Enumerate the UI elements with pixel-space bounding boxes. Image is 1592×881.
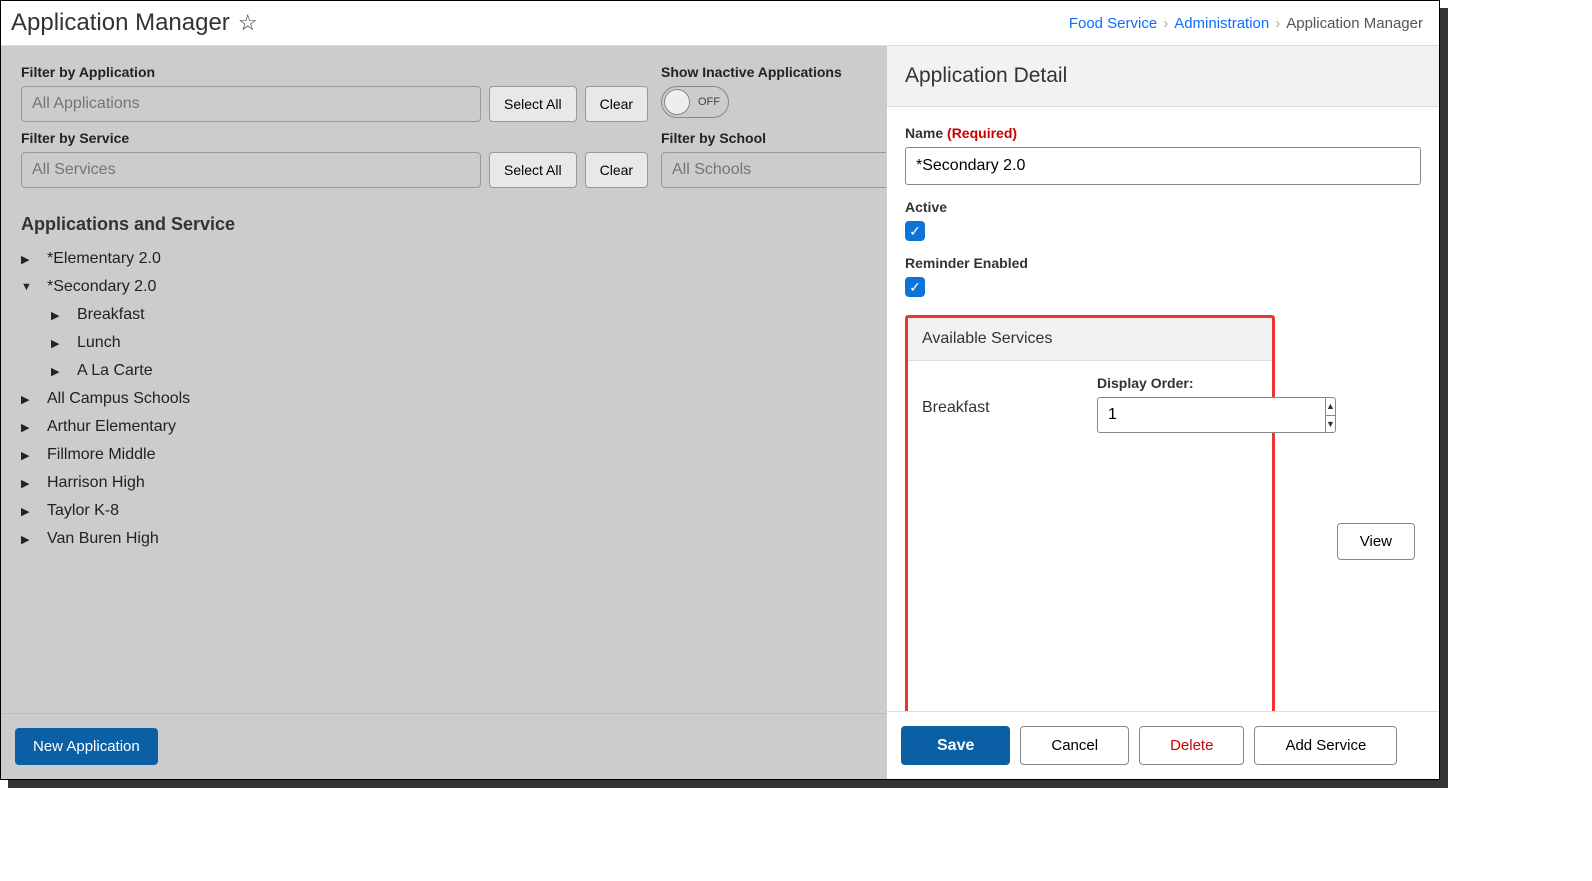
breadcrumb-food-service[interactable]: Food Service [1069, 15, 1157, 32]
select-all-applications-button[interactable]: Select All [489, 86, 577, 122]
show-inactive-toggle[interactable]: OFF [661, 86, 729, 118]
name-input[interactable] [905, 147, 1421, 185]
tree-item[interactable]: ▼*Secondary 2.0 [21, 273, 866, 301]
caret-right-icon: ▶ [21, 421, 37, 434]
page-title: Application Manager [11, 9, 230, 37]
active-checkbox[interactable]: ✓ [905, 221, 925, 241]
reminder-label: Reminder Enabled [905, 255, 1421, 271]
tree-item[interactable]: ▶Taylor K-8 [21, 497, 866, 525]
tree-item[interactable]: ▶Van Buren High [21, 525, 866, 553]
display-order-stepper[interactable]: ▲ ▼ [1097, 397, 1267, 433]
breadcrumb-administration[interactable]: Administration [1174, 15, 1269, 32]
display-order-label: Display Order: [1097, 375, 1272, 391]
tree-item[interactable]: ▶A La Carte [51, 357, 866, 385]
right-panel: Application Detail Name (Required) Activ… [886, 46, 1439, 779]
save-button[interactable]: Save [901, 726, 1010, 765]
add-service-button[interactable]: Add Service [1254, 726, 1397, 765]
clear-services-button[interactable]: Clear [585, 152, 648, 188]
service-name: Breakfast [922, 375, 1097, 710]
breadcrumb: Food Service › Administration › Applicat… [1069, 15, 1423, 32]
tree-item[interactable]: ▶All Campus Schools [21, 385, 866, 413]
breadcrumb-current: Application Manager [1286, 15, 1423, 32]
cancel-button[interactable]: Cancel [1020, 726, 1129, 765]
detail-header: Application Detail [887, 46, 1439, 107]
reminder-checkbox[interactable]: ✓ [905, 277, 925, 297]
show-inactive-label: Show Inactive Applications [661, 64, 886, 80]
new-application-button[interactable]: New Application [15, 728, 158, 765]
caret-right-icon: ▶ [21, 253, 37, 266]
tree-item[interactable]: ▶Fillmore Middle [21, 441, 866, 469]
caret-right-icon: ▶ [21, 505, 37, 518]
tree-item[interactable]: ▶*Elementary 2.0 [21, 245, 866, 273]
tree-item[interactable]: ▶Lunch [51, 329, 866, 357]
favorite-star-icon[interactable]: ☆ [238, 10, 258, 36]
filter-service-input[interactable] [21, 152, 481, 188]
toggle-knob [664, 89, 690, 115]
name-label: Name (Required) [905, 125, 1421, 141]
filter-school-input[interactable] [661, 152, 886, 188]
caret-right-icon: ▶ [51, 365, 67, 378]
caret-right-icon: ▶ [51, 337, 67, 350]
tree-title: Applications and Service [21, 214, 866, 235]
available-services-header: Available Services [908, 318, 1272, 361]
filter-by-application-label: Filter by Application [21, 64, 661, 80]
caret-right-icon: ▶ [21, 477, 37, 490]
caret-right-icon: ▶ [51, 309, 67, 322]
delete-button[interactable]: Delete [1139, 726, 1244, 765]
caret-right-icon: ▶ [21, 393, 37, 406]
left-panel: Filter by Application Select All Clear S… [1, 46, 886, 779]
page-header: Application Manager ☆ Food Service › Adm… [1, 1, 1439, 46]
caret-right-icon: ▶ [21, 533, 37, 546]
tree-item[interactable]: ▶Arthur Elementary [21, 413, 866, 441]
select-all-services-button[interactable]: Select All [489, 152, 577, 188]
caret-right-icon: ▶ [21, 449, 37, 462]
filter-by-service-label: Filter by Service [21, 130, 661, 146]
filter-by-school-label: Filter by School [661, 130, 886, 146]
tree-item[interactable]: ▶Harrison High [21, 469, 866, 497]
tree-item[interactable]: ▶Breakfast [51, 301, 866, 329]
chevron-right-icon: › [1163, 15, 1168, 32]
filter-application-input[interactable] [21, 86, 481, 122]
active-label: Active [905, 199, 1421, 215]
view-service-button[interactable]: View [1337, 523, 1415, 560]
application-tree: ▶*Elementary 2.0 ▼*Secondary 2.0 ▶Breakf… [21, 245, 866, 553]
toggle-off-label: OFF [698, 96, 720, 108]
caret-down-icon: ▼ [21, 281, 37, 293]
chevron-right-icon: › [1275, 15, 1280, 32]
clear-applications-button[interactable]: Clear [585, 86, 648, 122]
